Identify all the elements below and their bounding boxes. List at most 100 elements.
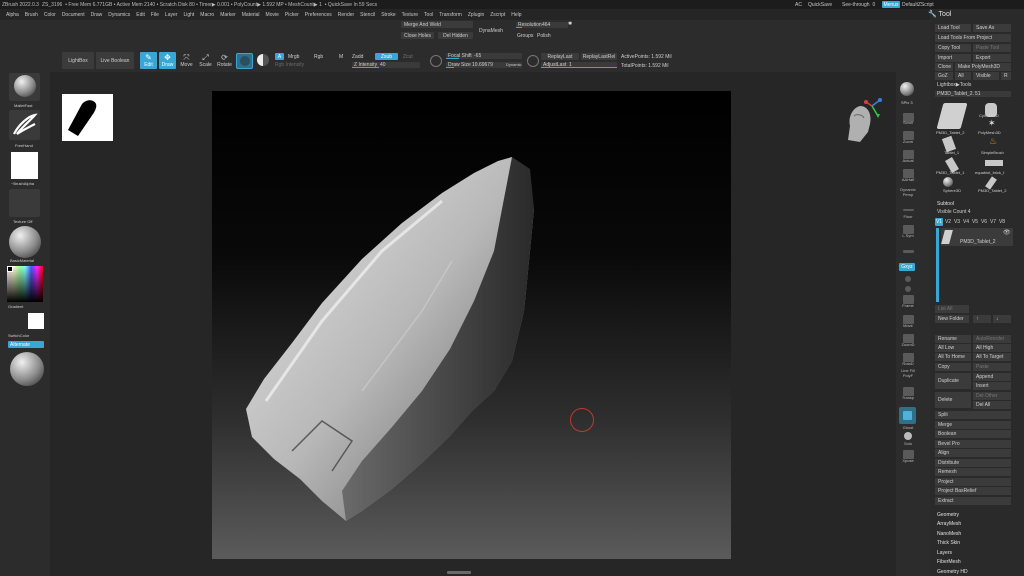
export-button[interactable]: Export [973, 54, 1011, 62]
remesh-button[interactable]: Remesh [935, 468, 1011, 476]
move-down-button[interactable]: ↓ [993, 315, 1011, 323]
align-button[interactable]: Align [935, 449, 1011, 457]
dynamic-persp-button[interactable]: Dynamic Persp [896, 187, 920, 197]
line-fill-polyf-button[interactable]: Line Fill PolyF [896, 368, 920, 378]
all-to-home-button[interactable]: All To Home [935, 353, 971, 361]
zadd-button[interactable]: Zadd [352, 54, 363, 60]
all-button[interactable]: All [955, 72, 971, 80]
load-tools-from-project-button[interactable]: Load Tools From Project [935, 34, 1011, 42]
subtool-scrollbar[interactable] [936, 228, 939, 302]
polymesh-star-icon[interactable]: ✶ [988, 118, 996, 129]
menu-stencil[interactable]: Stencil [360, 12, 375, 18]
visible-button[interactable]: Visible [973, 72, 999, 80]
thick-skin-section[interactable]: Thick Skin [937, 540, 960, 546]
quicksave-button[interactable]: QuickSave [808, 0, 832, 9]
document-canvas[interactable] [212, 91, 731, 559]
menu-texture[interactable]: Texture [402, 12, 418, 18]
nanomesh-section[interactable]: NanoMesh [937, 531, 961, 537]
alpha-thumbnail[interactable] [11, 152, 38, 179]
paste-tool-button[interactable]: Paste Tool [973, 44, 1011, 52]
r-button[interactable]: R [1001, 72, 1011, 80]
menu-file[interactable]: File [151, 12, 159, 18]
merge-button[interactable]: Merge [935, 421, 1011, 429]
zsub-button[interactable]: Zsub [375, 53, 398, 60]
project-button[interactable]: Project [935, 478, 1011, 486]
lightbox-button[interactable]: LightBox [62, 52, 94, 69]
material-preview-sphere[interactable] [10, 352, 44, 386]
menu-marker[interactable]: Marker [220, 12, 236, 18]
append-button[interactable]: Append [973, 373, 1011, 381]
load-tool-button[interactable]: Load Tool [935, 24, 971, 32]
menu-movie[interactable]: Movie [266, 12, 279, 18]
menu-zplugin[interactable]: Zplugin [468, 12, 484, 18]
del-hidden-button[interactable]: Del Hidden [438, 32, 473, 39]
menu-color[interactable]: Color [44, 12, 56, 18]
ghost-button[interactable] [899, 407, 916, 424]
menu-help[interactable]: Help [511, 12, 521, 18]
eye-icon[interactable]: 👁 [1003, 229, 1011, 236]
live-boolean-button[interactable]: Live Boolean [96, 52, 134, 69]
subtool-section-header[interactable]: Subtool [937, 201, 954, 207]
replay-last-button[interactable]: ReplayLast [541, 53, 579, 60]
menu-zscript[interactable]: Zscript [490, 12, 505, 18]
delete-button[interactable]: Delete [935, 392, 971, 408]
new-folder-button[interactable]: New Folder [935, 315, 969, 323]
menu-tool[interactable]: Tool [424, 12, 433, 18]
draw-mode-button[interactable]: ✥ Draw [159, 52, 176, 69]
project-basrelief-button[interactable]: Project BasRelief [935, 487, 1011, 495]
clone-button[interactable]: Clone [935, 63, 953, 71]
groups-toggle[interactable]: Groups [517, 33, 533, 39]
switch-color-button[interactable]: SwitchColor [8, 333, 29, 338]
menu-dynamics[interactable]: Dynamics [108, 12, 130, 18]
menu-edit[interactable]: Edit [136, 12, 145, 18]
texture-thumbnail[interactable] [9, 189, 40, 217]
draw-size-slider[interactable]: Draw Size 10.69679 Dynamic [446, 62, 522, 68]
focal-shift-slider[interactable]: Focal Shift -65 [446, 53, 522, 59]
move-up-button[interactable]: ↑ [973, 315, 991, 323]
menu-light[interactable]: Light [183, 12, 194, 18]
material-thumbnail[interactable] [9, 226, 41, 258]
goz-button[interactable]: GoZ [935, 72, 953, 80]
gxyz-toggle[interactable]: Gxyz [899, 263, 915, 271]
see-through-slider[interactable]: See-through 0 [842, 0, 875, 9]
import-button[interactable]: Import [935, 54, 971, 62]
secondary-color-swatch[interactable] [28, 313, 44, 329]
del-other-button[interactable]: Del Other [973, 392, 1011, 400]
menu-transform[interactable]: Transform [439, 12, 462, 18]
sculpt-mesh-tablet[interactable] [212, 91, 731, 559]
close-holes-button[interactable]: Close Holes [401, 32, 434, 39]
current-tool-slider[interactable]: PM3D_Tablet_2. 51 [935, 91, 1011, 97]
bpr-render-button[interactable] [900, 82, 914, 96]
version-tab-v6[interactable]: V6 [980, 218, 988, 226]
menu-draw[interactable]: Draw [91, 12, 103, 18]
color-picker[interactable] [7, 266, 43, 302]
bevel-pro-button[interactable]: Bevel Pro [935, 440, 1011, 448]
stroke-thumbnail[interactable] [9, 110, 40, 140]
polish-toggle[interactable]: Polish [537, 33, 551, 39]
lightbox-tools-button[interactable]: Lightbox▶Tools [937, 82, 971, 88]
make-polymesh3d-button[interactable]: Make PolyMesh3D [955, 63, 1011, 71]
all-low-button[interactable]: All Low [935, 344, 971, 352]
move-mode-button[interactable]: ⤧ Move [178, 52, 195, 69]
menu-preferences[interactable]: Preferences [305, 12, 332, 18]
rename-button[interactable]: Rename [935, 335, 971, 343]
menu-picker[interactable]: Picker [285, 12, 299, 18]
arraymesh-section[interactable]: ArrayMesh [937, 521, 961, 527]
replay-last-rel-button[interactable]: ReplayLastRel [581, 53, 617, 60]
copy-tool-button[interactable]: Copy Tool [935, 44, 971, 52]
fibermesh-section[interactable]: FiberMesh [937, 559, 961, 565]
simple-brush-icon[interactable]: ♨ [989, 136, 997, 147]
menu-stroke[interactable]: Stroke [381, 12, 395, 18]
rgb-button[interactable]: Rgb [314, 54, 323, 60]
resolution-slider[interactable]: Resolution 464 [516, 22, 568, 28]
layers-section[interactable]: Layers [937, 550, 952, 556]
visible-count-slider[interactable]: Visible Count 4 [937, 209, 971, 215]
menu-brush[interactable]: Brush [25, 12, 38, 18]
split-button[interactable]: Split [935, 411, 1011, 419]
primary-color-swatch[interactable] [7, 266, 13, 272]
version-tab-v5[interactable]: V5 [971, 218, 979, 226]
extract-button[interactable]: Extract [935, 497, 1011, 505]
version-tab-v3[interactable]: V3 [953, 218, 961, 226]
all-high-button[interactable]: All High [973, 344, 1011, 352]
autoreorder-button[interactable]: AutoReorder [973, 335, 1011, 343]
